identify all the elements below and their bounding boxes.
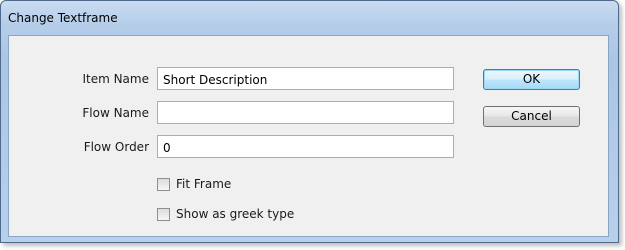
- item-name-input[interactable]: [157, 67, 454, 90]
- flow-name-label: Flow Name: [82, 106, 149, 120]
- flow-order-input[interactable]: [157, 135, 454, 158]
- dialog-body: Item Name Flow Name Flow Order Fit Frame…: [8, 35, 609, 237]
- title-bar[interactable]: Change Textframe: [1, 1, 618, 31]
- change-textframe-dialog: Change Textframe Item Name Flow Name Flo…: [0, 0, 619, 243]
- fit-frame-checkbox[interactable]: [157, 178, 170, 191]
- dialog-title: Change Textframe: [8, 11, 118, 25]
- ok-button[interactable]: OK: [483, 69, 580, 90]
- item-name-label: Item Name: [82, 72, 149, 86]
- flow-order-label: Flow Order: [83, 140, 149, 154]
- fit-frame-label: Fit Frame: [176, 177, 232, 191]
- flow-name-input[interactable]: [157, 101, 454, 124]
- cancel-button[interactable]: Cancel: [483, 106, 580, 127]
- show-greek-checkbox[interactable]: [157, 208, 170, 221]
- show-greek-label: Show as greek type: [176, 207, 295, 221]
